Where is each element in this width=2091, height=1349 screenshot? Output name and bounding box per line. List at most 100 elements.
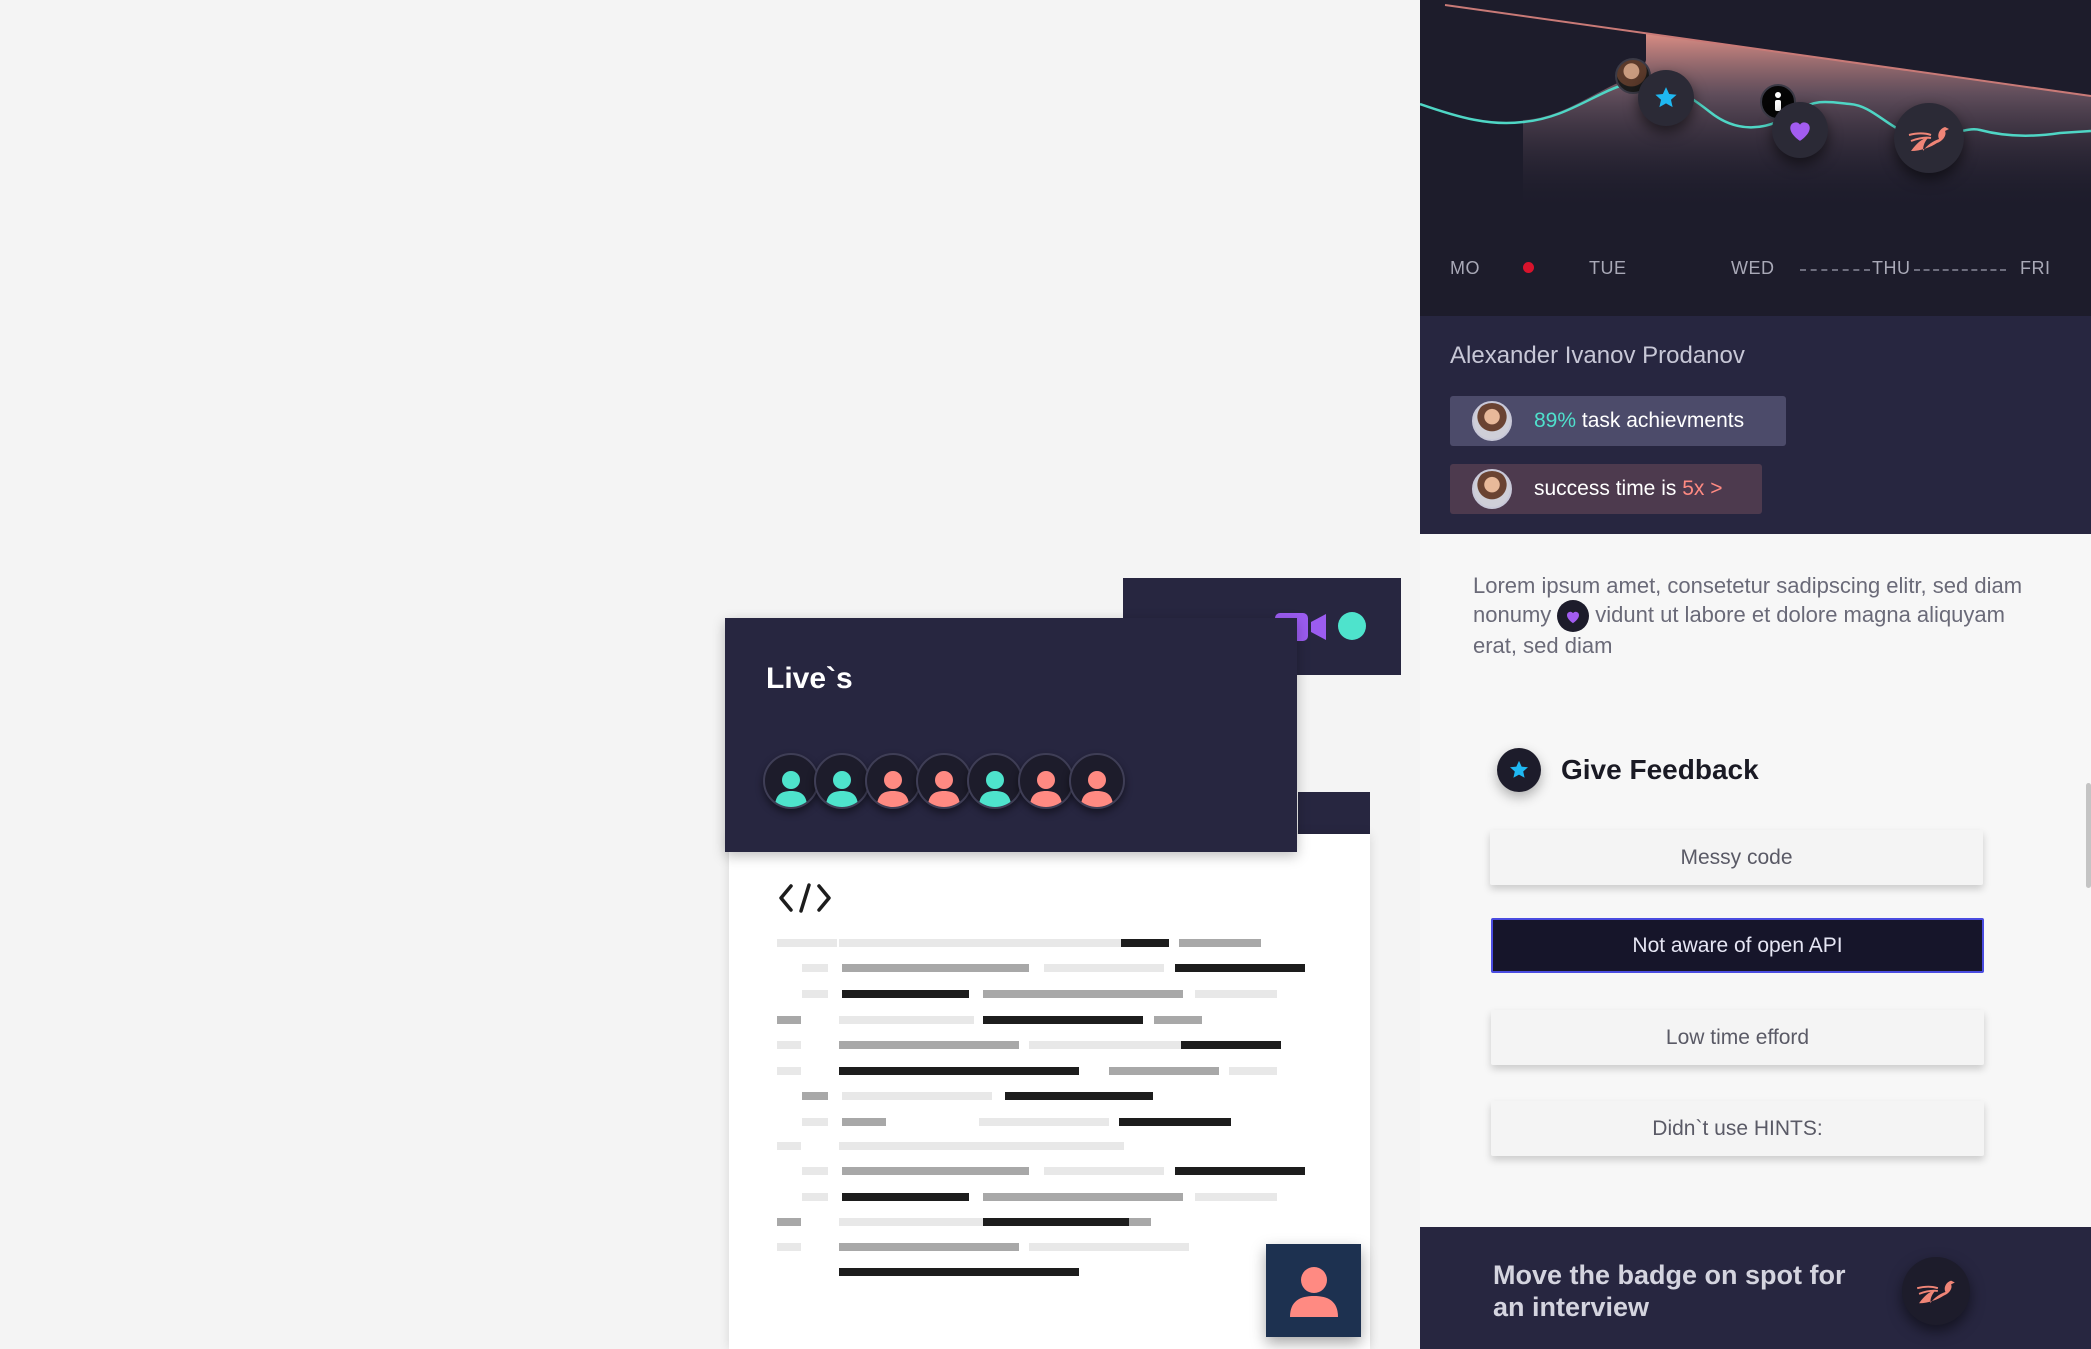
code-line-segment bbox=[777, 939, 837, 947]
code-brackets-icon bbox=[779, 883, 831, 913]
participant-avatar[interactable] bbox=[1018, 753, 1074, 809]
user-icon bbox=[979, 771, 1011, 807]
day-label-mo: MO bbox=[1450, 258, 1480, 278]
feedback-heading: Give Feedback bbox=[1497, 748, 1759, 792]
feedback-title: Give Feedback bbox=[1561, 754, 1759, 785]
participant-avatar[interactable] bbox=[967, 753, 1023, 809]
dash-thu-fri bbox=[1914, 269, 2006, 271]
user-icon bbox=[1289, 1266, 1338, 1317]
feedback-option-messy-code[interactable]: Messy code bbox=[1490, 830, 1983, 885]
code-line-segment bbox=[1121, 939, 1169, 947]
code-line-segment bbox=[1175, 964, 1305, 972]
task-percentage: 89% bbox=[1534, 409, 1577, 432]
code-line-segment bbox=[842, 964, 1029, 972]
user-icon bbox=[928, 771, 960, 807]
code-line-segment bbox=[1181, 1041, 1281, 1049]
day-label-fri: FRI bbox=[2020, 258, 2051, 278]
code-line-segment bbox=[842, 1193, 969, 1201]
star-marker[interactable] bbox=[1638, 70, 1694, 126]
card-side-strip bbox=[1298, 792, 1370, 835]
task-achievements-pill[interactable]: 89% task achievments bbox=[1450, 396, 1786, 446]
today-marker bbox=[1523, 262, 1534, 273]
code-line-segment bbox=[842, 1092, 992, 1100]
success-multiplier: 5x > bbox=[1682, 477, 1723, 500]
profile-card: Alexander Ivanov Prodanov 89% task achie… bbox=[1420, 316, 2091, 534]
code-line-segment bbox=[1044, 964, 1164, 972]
participant-avatar[interactable] bbox=[865, 753, 921, 809]
user-icon bbox=[877, 771, 909, 807]
star-icon bbox=[1655, 87, 1677, 108]
code-line-segment bbox=[802, 964, 828, 972]
code-line-segment bbox=[1195, 1193, 1277, 1201]
phoenix-icon bbox=[1916, 1280, 1955, 1304]
user-icon bbox=[775, 771, 807, 807]
day-label-thu: THU bbox=[1872, 258, 1911, 278]
participant-avatar[interactable] bbox=[1069, 753, 1125, 809]
code-line-segment bbox=[1119, 1118, 1231, 1126]
code-line-segment bbox=[1229, 1067, 1277, 1075]
code-line-segment bbox=[842, 990, 969, 998]
user-icon bbox=[1030, 771, 1062, 807]
code-line-segment bbox=[839, 1218, 987, 1226]
week-activity-chart: MO TUE WED THU FRI bbox=[1420, 0, 2091, 316]
code-line-segment bbox=[842, 1167, 1029, 1175]
code-line-segment bbox=[839, 939, 1124, 947]
star-icon bbox=[1497, 748, 1541, 792]
code-line-segment bbox=[1029, 1041, 1189, 1049]
profile-name: Alexander Ivanov Prodanov bbox=[1450, 342, 1745, 369]
code-line-segment bbox=[1109, 1067, 1219, 1075]
success-label: success time is bbox=[1534, 477, 1683, 500]
participant-avatar[interactable] bbox=[814, 753, 870, 809]
code-line-segment bbox=[839, 1142, 1124, 1150]
lives-card: Live`s bbox=[725, 618, 1297, 852]
code-line-segment bbox=[979, 1118, 1109, 1126]
code-line-segment bbox=[777, 1142, 801, 1150]
interview-text: Move the badge on spot for an interview bbox=[1493, 1260, 1846, 1322]
code-line-segment bbox=[983, 990, 1183, 998]
code-line-segment bbox=[839, 1268, 1079, 1276]
day-label-wed: WED bbox=[1731, 258, 1775, 278]
participant-avatar[interactable] bbox=[763, 753, 819, 809]
code-line-segment bbox=[1195, 990, 1277, 998]
code-line-segment bbox=[983, 1016, 1143, 1024]
code-line-segment bbox=[1154, 1016, 1202, 1024]
code-line-segment bbox=[777, 1041, 801, 1049]
user-tile[interactable] bbox=[1266, 1244, 1361, 1337]
scrollbar-thumb[interactable] bbox=[2086, 783, 2091, 888]
phoenix-badge[interactable] bbox=[1902, 1257, 1970, 1325]
feedback-option-hints[interactable]: Didn`t use HINTS: bbox=[1491, 1101, 1984, 1156]
code-line-segment bbox=[839, 1016, 974, 1024]
code-line-segment bbox=[1005, 1092, 1153, 1100]
right-panel: MO TUE WED THU FRI Alexander Ivanov Prod… bbox=[1420, 0, 2091, 1349]
code-line-segment bbox=[802, 1118, 828, 1126]
success-time-pill[interactable]: success time is 5x > bbox=[1450, 464, 1762, 514]
live-status-dot bbox=[1338, 612, 1366, 640]
feedback-option-low-time[interactable]: Low time efford bbox=[1491, 1010, 1984, 1065]
description-text: Lorem ipsum amet, consetetur sadipscing … bbox=[1473, 572, 2033, 660]
code-line-segment bbox=[983, 1218, 1143, 1226]
code-line-segment bbox=[802, 1167, 828, 1175]
avatar bbox=[1472, 469, 1512, 509]
dash-wed-thu bbox=[1800, 269, 1870, 271]
code-line-segment bbox=[777, 1016, 801, 1024]
description-part-2: vidunt ut labore et dolore magna aliquya… bbox=[1473, 601, 2005, 658]
code-line-segment bbox=[802, 1193, 828, 1201]
code-line-segment bbox=[1179, 939, 1261, 947]
live-participants bbox=[763, 753, 1125, 809]
code-line-segment bbox=[839, 1243, 1019, 1251]
code-line-segment bbox=[777, 1067, 801, 1075]
code-line-segment bbox=[1029, 1243, 1189, 1251]
phoenix-marker[interactable] bbox=[1894, 103, 1964, 173]
participant-avatar[interactable] bbox=[916, 753, 972, 809]
code-line-segment bbox=[802, 990, 828, 998]
code-line-segment bbox=[839, 1067, 1079, 1075]
code-line-segment bbox=[802, 1092, 828, 1100]
avatar bbox=[1472, 401, 1512, 441]
feedback-option-open-api[interactable]: Not aware of open API bbox=[1491, 918, 1984, 973]
code-line-segment bbox=[777, 1218, 801, 1226]
code-line-segment bbox=[839, 1041, 1019, 1049]
code-line-segment bbox=[1175, 1167, 1305, 1175]
heart-marker[interactable] bbox=[1772, 102, 1828, 158]
code-line-segment bbox=[1129, 1218, 1151, 1226]
code-line-segment bbox=[842, 1118, 886, 1126]
